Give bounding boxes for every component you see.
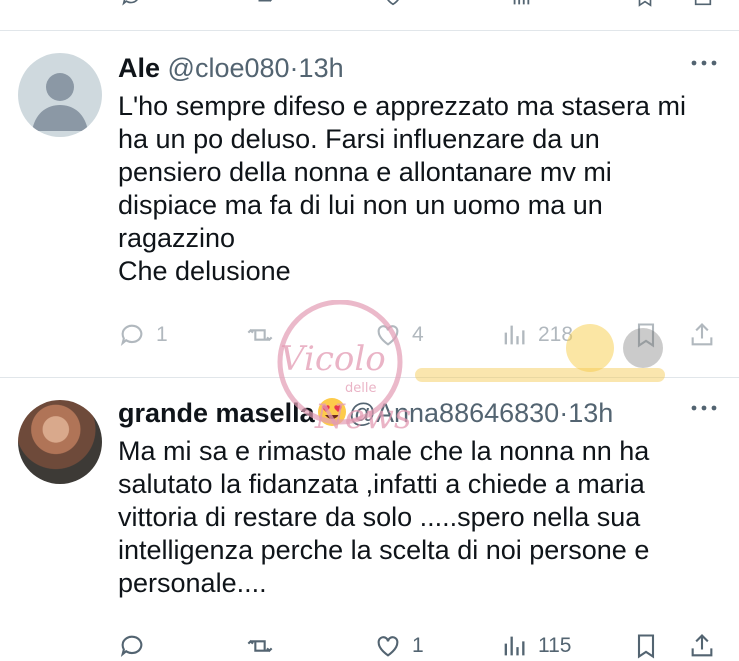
display-name[interactable]: Ale xyxy=(118,53,160,83)
like-icon xyxy=(377,325,399,346)
retweet-icon[interactable] xyxy=(250,0,276,8)
tweet-actions: 1 115 xyxy=(118,631,718,661)
previous-tweet-actions xyxy=(0,0,739,30)
divider xyxy=(0,30,739,31)
share-icon xyxy=(691,634,713,657)
like-icon[interactable] xyxy=(380,0,406,8)
like-count: 1 xyxy=(412,634,424,657)
reply-button[interactable]: 1 xyxy=(118,320,168,350)
share-button[interactable] xyxy=(688,320,716,350)
like-button[interactable]: 4 xyxy=(374,320,424,350)
separator: · xyxy=(289,53,299,83)
timestamp[interactable]: 13h xyxy=(568,398,613,428)
views-count: 115 xyxy=(538,634,572,657)
bookmark-button[interactable] xyxy=(632,320,660,350)
tweet-text: Ma mi sa e rimasto male che la nonna nn … xyxy=(118,436,650,598)
tweet[interactable]: grande masella @Anna88646830·13h Ma mi sa… xyxy=(0,383,739,660)
share-button[interactable] xyxy=(688,631,716,661)
reply-icon xyxy=(120,635,143,658)
views-button[interactable]: 218 xyxy=(500,320,573,350)
more-options-icon[interactable] xyxy=(689,56,719,70)
more-options-icon[interactable] xyxy=(689,401,719,415)
like-icon xyxy=(377,636,399,657)
display-name[interactable]: grande masella xyxy=(118,398,315,428)
views-count: 218 xyxy=(538,323,574,346)
separator: · xyxy=(559,398,569,428)
retweet-button[interactable] xyxy=(246,320,274,350)
retweet-button[interactable] xyxy=(246,631,274,661)
tweet-text: L'ho sempre difeso e apprezzato ma stase… xyxy=(118,91,686,286)
default-avatar-icon xyxy=(32,73,88,131)
reply-button[interactable] xyxy=(118,631,146,661)
tweet[interactable]: Ale @cloe080·13h L'ho sempre difeso e ap… xyxy=(0,38,739,376)
tweet-header: Ale @cloe080·13h xyxy=(118,52,344,84)
user-handle[interactable]: @Anna88646830 xyxy=(349,398,560,428)
bookmark-icon xyxy=(637,634,655,659)
bookmark-icon[interactable] xyxy=(632,0,658,8)
reply-icon xyxy=(120,324,143,347)
divider xyxy=(0,377,739,378)
tweet-header: grande masella @Anna88646830·13h xyxy=(118,397,613,429)
bookmark-icon xyxy=(637,323,655,348)
tweet-actions: 1 4 218 xyxy=(118,320,718,350)
views-button[interactable]: 115 xyxy=(500,631,571,661)
retweet-icon xyxy=(247,328,273,342)
share-icon xyxy=(691,323,713,346)
views-icon xyxy=(504,325,525,345)
heart-eyes-emoji-icon xyxy=(317,398,346,426)
user-handle[interactable]: @cloe080 xyxy=(168,53,290,83)
share-icon[interactable] xyxy=(690,0,716,8)
avatar[interactable] xyxy=(18,400,102,484)
bookmark-button[interactable] xyxy=(632,631,660,661)
avatar[interactable] xyxy=(18,53,102,137)
views-icon xyxy=(504,636,525,656)
retweet-icon xyxy=(247,639,273,653)
timestamp[interactable]: 13h xyxy=(299,53,344,83)
like-button[interactable]: 1 xyxy=(374,631,424,661)
reply-icon[interactable] xyxy=(118,0,144,8)
like-count: 4 xyxy=(412,323,424,346)
views-icon[interactable] xyxy=(508,0,534,8)
reply-count: 1 xyxy=(156,323,168,346)
